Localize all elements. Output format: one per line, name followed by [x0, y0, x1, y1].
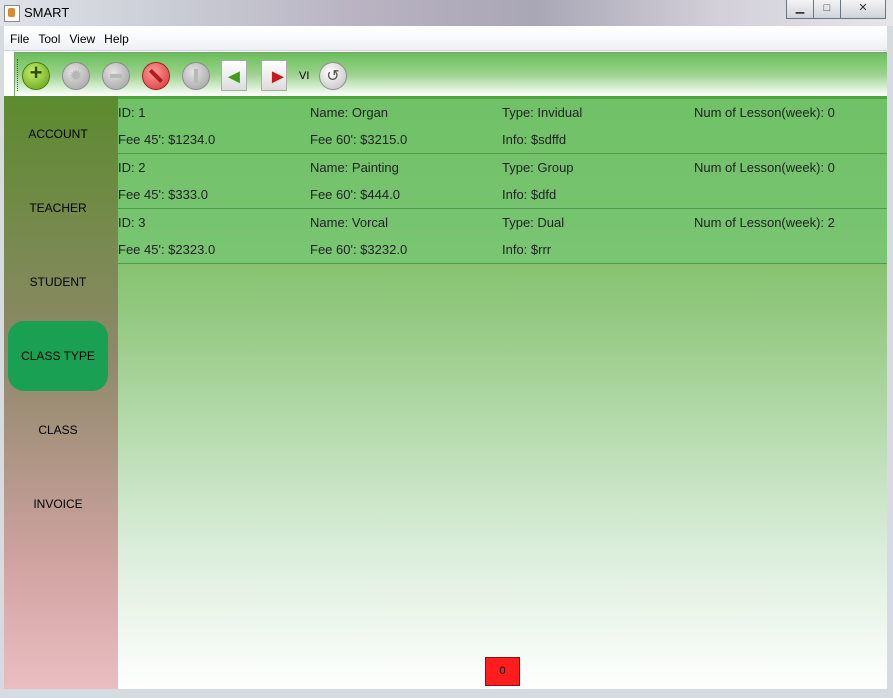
- window-title: SMART: [24, 5, 70, 20]
- stop-icon[interactable]: [142, 62, 170, 90]
- class-type-id: ID: 1: [118, 105, 146, 120]
- class-type-id: ID: 3: [118, 215, 146, 230]
- minus-icon[interactable]: [102, 62, 130, 90]
- sidebar-item-class[interactable]: CLASS: [8, 395, 108, 465]
- sidebar-item-class-type[interactable]: CLASS TYPE: [8, 321, 108, 391]
- sidebar-item-teacher[interactable]: TEACHER: [8, 173, 108, 243]
- import-icon[interactable]: ◄: [221, 60, 247, 91]
- class-type-info: Info: $sdffd: [502, 132, 567, 147]
- sidebar-item-account[interactable]: ACCOUNT: [8, 99, 108, 169]
- class-type-name: Name: Painting: [310, 160, 399, 175]
- class-type-lessons: Num of Lesson(week): 2: [694, 215, 835, 230]
- list-item[interactable]: ID: 1 Name: Organ Type: Invidual Num of …: [118, 99, 887, 154]
- sidebar-item-invoice[interactable]: INVOICE: [8, 469, 108, 539]
- class-type-id: ID: 2: [118, 160, 146, 175]
- page-number-button[interactable]: 0: [485, 657, 520, 686]
- class-type-fee60: Fee 60': $444.0: [310, 187, 400, 202]
- list-item[interactable]: ID: 3 Name: Vorcal Type: Dual Num of Les…: [118, 209, 887, 264]
- maximize-button[interactable]: □: [813, 0, 841, 19]
- window-frame-bottom: [0, 689, 893, 698]
- minimize-button[interactable]: ▁: [786, 0, 814, 19]
- title-bar: SMART ▁ □ ✕: [0, 0, 893, 26]
- class-type-type: Type: Dual: [502, 215, 565, 230]
- class-type-info: Info: $rrr: [502, 242, 552, 257]
- class-type-list: ID: 1 Name: Organ Type: Invidual Num of …: [118, 96, 887, 689]
- menu-bar: File Tool View Help: [4, 28, 887, 51]
- class-type-lessons: Num of Lesson(week): 0: [694, 105, 835, 120]
- class-type-name: Name: Vorcal: [310, 215, 389, 230]
- toolbar-grip[interactable]: [17, 59, 20, 91]
- add-icon[interactable]: [22, 60, 50, 90]
- gear-icon[interactable]: [62, 62, 90, 90]
- sidebar-item-student[interactable]: STUDENT: [8, 247, 108, 317]
- language-toggle[interactable]: VI: [299, 70, 309, 82]
- class-type-lessons: Num of Lesson(week): 0: [694, 160, 835, 175]
- class-type-type: Type: Group: [502, 160, 574, 175]
- class-type-fee45: Fee 45': $1234.0: [118, 132, 216, 147]
- close-button[interactable]: ✕: [840, 0, 886, 19]
- menu-help[interactable]: Help: [98, 28, 132, 46]
- class-type-info: Info: $dfd: [502, 187, 557, 202]
- class-type-type: Type: Invidual: [502, 105, 583, 120]
- list-item[interactable]: ID: 2 Name: Painting Type: Group Num of …: [118, 154, 887, 209]
- undo-icon[interactable]: [319, 62, 347, 90]
- toolbar: ◄ ► VI: [14, 52, 887, 97]
- window-frame-right: [887, 26, 893, 698]
- class-type-name: Name: Organ: [310, 105, 389, 120]
- menu-view[interactable]: View: [63, 28, 98, 46]
- class-type-fee60: Fee 60': $3215.0: [310, 132, 408, 147]
- class-type-fee60: Fee 60': $3232.0: [310, 242, 408, 257]
- java-app-icon: [4, 5, 20, 22]
- menu-tool[interactable]: Tool: [32, 28, 63, 46]
- info-icon[interactable]: [182, 62, 210, 90]
- sidebar: ACCOUNT TEACHER STUDENT CLASS TYPE CLASS…: [4, 96, 118, 689]
- export-icon[interactable]: ►: [261, 60, 288, 91]
- class-type-fee45: Fee 45': $333.0: [118, 187, 208, 202]
- menu-file[interactable]: File: [4, 28, 32, 46]
- class-type-fee45: Fee 45': $2323.0: [118, 242, 216, 257]
